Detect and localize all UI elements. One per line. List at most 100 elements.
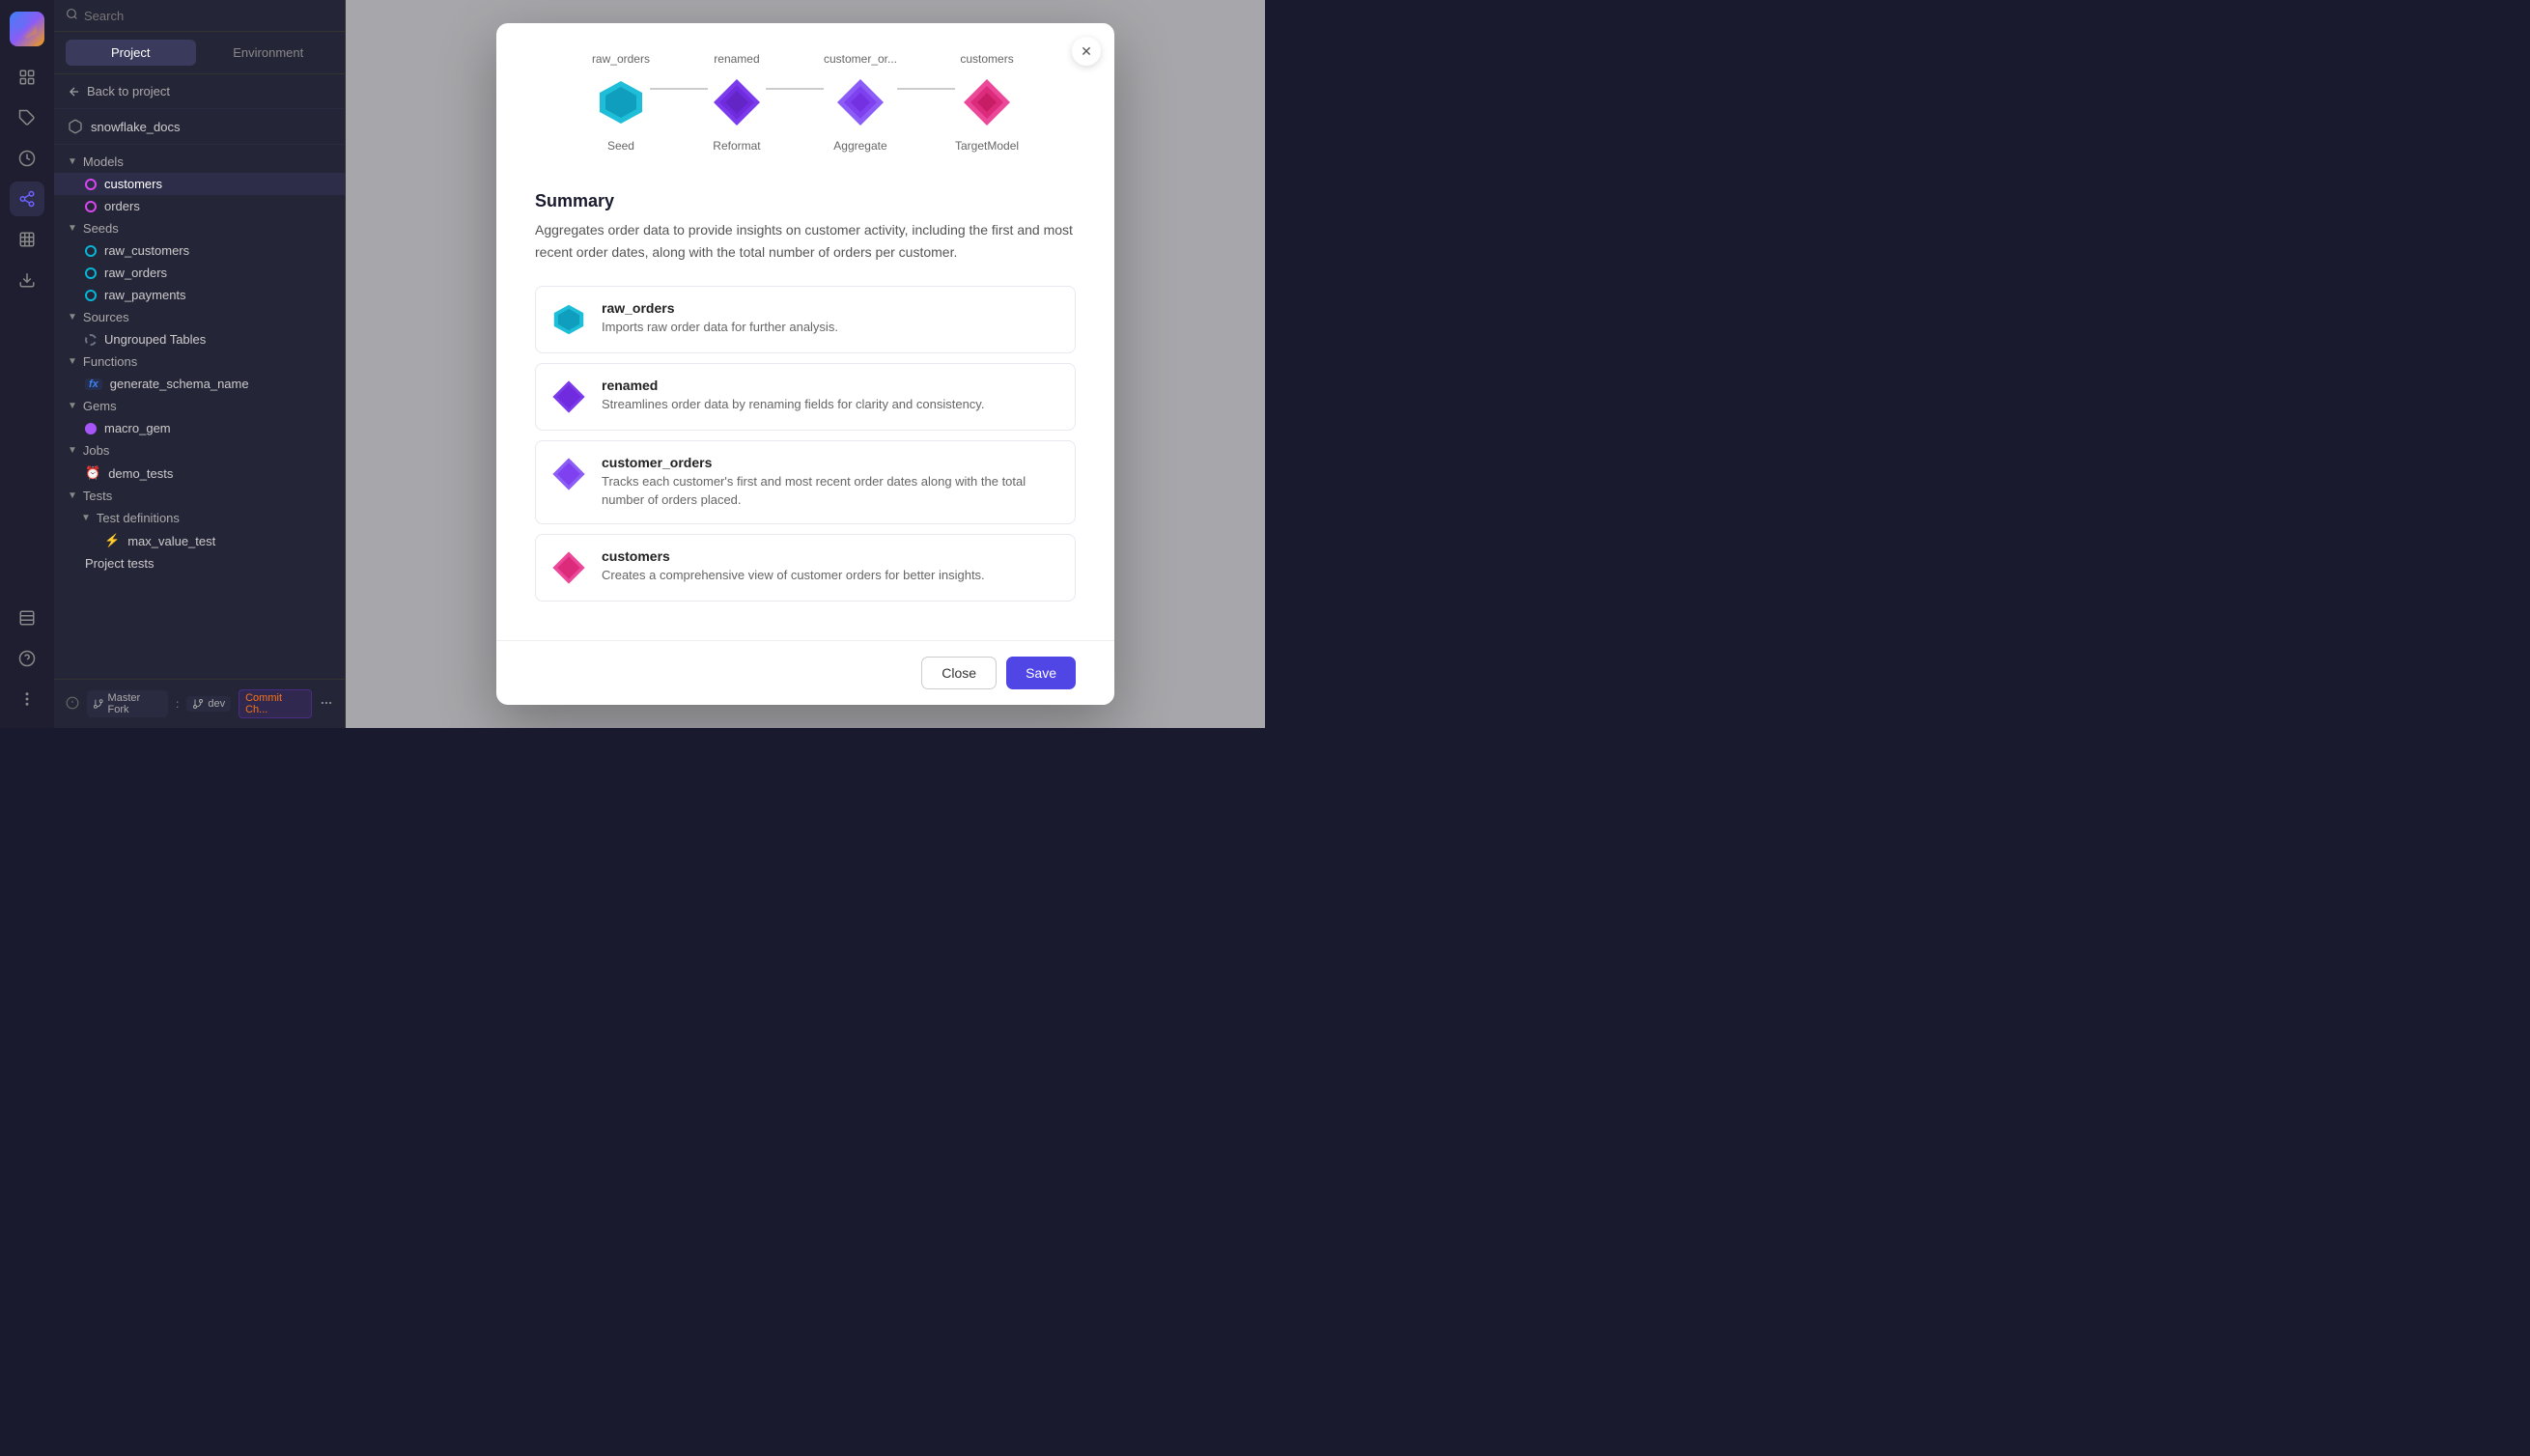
- save-button[interactable]: Save: [1006, 657, 1076, 689]
- arrow-icon: ▼: [81, 513, 91, 523]
- item-label: raw_orders: [104, 266, 167, 280]
- card-raw-orders: raw_orders Imports raw order data for fu…: [535, 286, 1076, 353]
- nav-icon-more[interactable]: [10, 682, 44, 716]
- nav-icon-graph[interactable]: [10, 182, 44, 216]
- nav-icon-tag[interactable]: [10, 100, 44, 135]
- tree-item-raw-orders[interactable]: raw_orders: [54, 262, 345, 284]
- card-icon-renamed: [549, 378, 588, 416]
- tree-item-project-tests[interactable]: Project tests: [54, 552, 345, 574]
- nav-icon-table[interactable]: [10, 601, 44, 635]
- commit-label: Commit Ch...: [245, 692, 282, 715]
- arrow-icon: ▼: [68, 401, 77, 411]
- tree-item-generate-schema-name[interactable]: fx generate_schema_name: [54, 373, 345, 395]
- main-area: ✕ raw_orders Seed: [346, 0, 1265, 728]
- connector-2: [766, 88, 824, 90]
- dot-icon: [85, 334, 97, 346]
- connector-1: [650, 88, 708, 90]
- pipeline-label-target: TargetModel: [955, 139, 1019, 153]
- item-label: Project tests: [85, 556, 155, 571]
- summary-text: Aggregates order data to provide insight…: [535, 219, 1076, 263]
- nav-icon-grid[interactable]: [10, 222, 44, 257]
- pipeline-label-reformat: Reformat: [713, 139, 760, 153]
- pipeline-label-aggregate: Aggregate: [833, 139, 886, 153]
- close-button[interactable]: Close: [921, 657, 997, 689]
- icon-sidebar: [0, 0, 54, 728]
- item-label: raw_payments: [104, 288, 186, 302]
- card-icon-customer-orders: [549, 455, 588, 493]
- pipeline-node-customers: customers TargetModel: [955, 52, 1019, 153]
- tree-section-functions[interactable]: ▼ Functions: [54, 350, 345, 373]
- card-text-customer-orders: customer_orders Tracks each customer's f…: [602, 455, 1061, 510]
- modal-dialog: ✕ raw_orders Seed: [496, 23, 1114, 705]
- pulse-icon: ⚡: [104, 533, 120, 548]
- arrow-icon: ▼: [68, 445, 77, 456]
- functions-label: Functions: [83, 354, 137, 369]
- pipeline-node-customer-orders: customer_or... Aggregate: [824, 52, 897, 153]
- tree-item-max-value-test[interactable]: ⚡ max_value_test: [54, 529, 345, 552]
- branch-label: Master Fork: [108, 692, 162, 715]
- tree-item-raw-customers[interactable]: raw_customers: [54, 239, 345, 262]
- tab-project[interactable]: Project: [66, 40, 196, 66]
- branch-badge: Master Fork: [87, 690, 168, 717]
- card-icon-raw-orders: [549, 300, 588, 339]
- tab-environment[interactable]: Environment: [204, 40, 334, 66]
- search-input[interactable]: [84, 9, 333, 23]
- card-customer-orders: customer_orders Tracks each customer's f…: [535, 440, 1076, 524]
- card-desc: Imports raw order data for further analy…: [602, 318, 838, 337]
- search-icon: [66, 8, 78, 23]
- tree-section-tests[interactable]: ▼ Tests: [54, 485, 345, 507]
- item-label: max_value_test: [127, 534, 215, 548]
- nav-icon-download[interactable]: [10, 263, 44, 297]
- card-name: customers: [602, 548, 985, 564]
- tree-section-sources[interactable]: ▼ Sources: [54, 306, 345, 328]
- gems-label: Gems: [83, 399, 117, 413]
- pipeline-section: raw_orders Seed renamed: [496, 23, 1114, 172]
- sep-label: :: [176, 697, 179, 711]
- item-label: Ungrouped Tables: [104, 332, 206, 347]
- jobs-label: Jobs: [83, 443, 109, 458]
- card-desc: Creates a comprehensive view of customer…: [602, 566, 985, 585]
- test-defs-label: Test definitions: [97, 511, 180, 525]
- item-label: orders: [104, 199, 140, 213]
- nav-icon-files[interactable]: [10, 60, 44, 95]
- card-customers: customers Creates a comprehensive view o…: [535, 534, 1076, 602]
- modal-overlay: ✕ raw_orders Seed: [346, 0, 1265, 728]
- card-desc: Tracks each customer's first and most re…: [602, 472, 1061, 510]
- arrow-icon: ▼: [68, 490, 77, 501]
- back-link[interactable]: Back to project: [54, 74, 345, 109]
- fx-icon: fx: [85, 378, 102, 390]
- arrow-icon: ▼: [68, 356, 77, 367]
- tree-item-raw-payments[interactable]: raw_payments: [54, 284, 345, 306]
- dot-icon: [85, 245, 97, 257]
- tree-section-gems[interactable]: ▼ Gems: [54, 395, 345, 417]
- tree-item-macro-gem[interactable]: macro_gem: [54, 417, 345, 439]
- more-icon[interactable]: [320, 696, 333, 713]
- modal-footer: Close Save: [496, 640, 1114, 705]
- left-panel: Project Environment Back to project snow…: [54, 0, 346, 728]
- nav-icon-help[interactable]: [10, 641, 44, 676]
- modal-close-button[interactable]: ✕: [1072, 37, 1101, 66]
- item-label: generate_schema_name: [110, 377, 249, 391]
- back-label: Back to project: [87, 84, 170, 98]
- card-name: renamed: [602, 378, 984, 393]
- pipeline-label-seed: Seed: [607, 139, 634, 153]
- tree-item-ungrouped-tables[interactable]: Ungrouped Tables: [54, 328, 345, 350]
- tests-label: Tests: [83, 489, 112, 503]
- tree-section-test-defs[interactable]: ▼ Test definitions: [54, 507, 345, 529]
- app-logo: [10, 12, 44, 46]
- item-label: demo_tests: [108, 466, 173, 481]
- pipeline-label-renamed: renamed: [714, 52, 759, 66]
- tree-section-jobs[interactable]: ▼ Jobs: [54, 439, 345, 462]
- tree-item-customers[interactable]: customers: [54, 173, 345, 195]
- tree-item-orders[interactable]: orders: [54, 195, 345, 217]
- tree-section-models[interactable]: ▼ Models: [54, 151, 345, 173]
- pipeline-icon-seed: [592, 73, 650, 131]
- tree-item-demo-tests[interactable]: ⏰ demo_tests: [54, 462, 345, 485]
- nav-icon-history[interactable]: [10, 141, 44, 176]
- tree-section-seeds[interactable]: ▼ Seeds: [54, 217, 345, 239]
- arrow-icon: ▼: [68, 312, 77, 322]
- pipeline-label-customer-or: customer_or...: [824, 52, 897, 66]
- card-name: raw_orders: [602, 300, 838, 316]
- pipeline-node-raw-orders: raw_orders Seed: [592, 52, 650, 153]
- dot-icon: [85, 179, 97, 190]
